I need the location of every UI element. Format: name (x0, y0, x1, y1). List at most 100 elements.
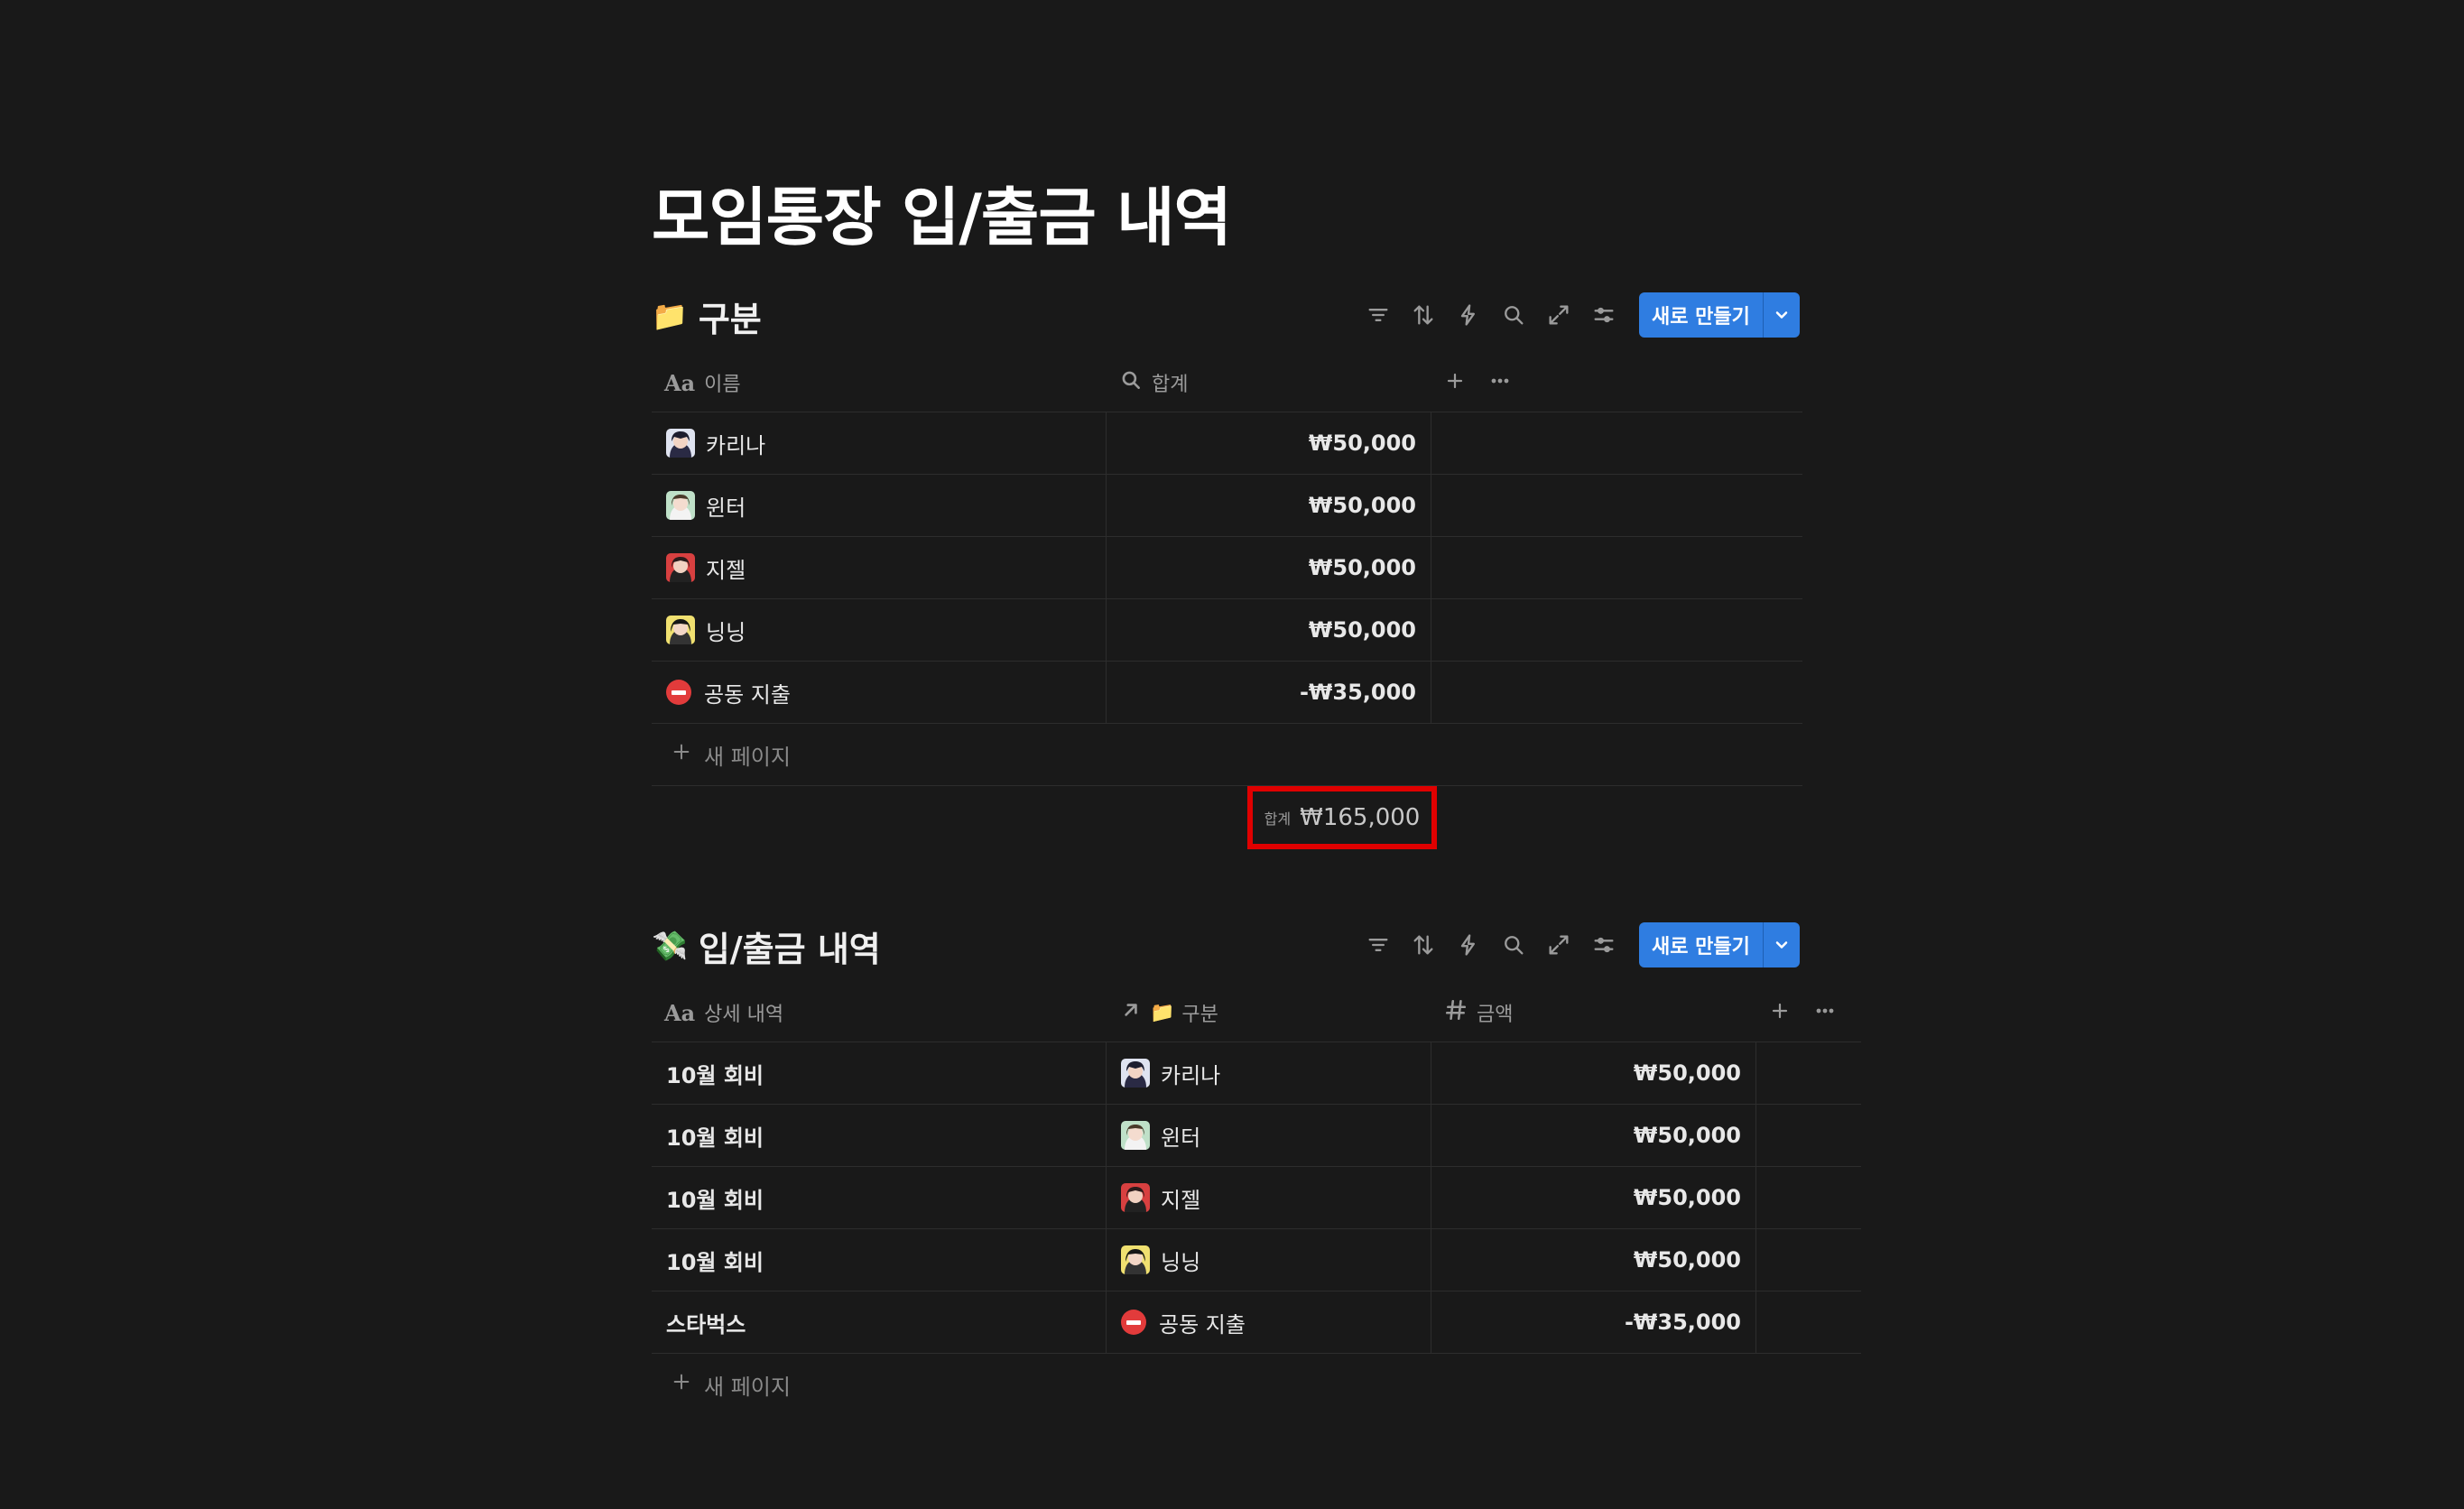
new-page-label: 새 페이지 (704, 1374, 791, 1400)
new-page-button[interactable]: 새 페이지 (652, 724, 1802, 786)
add-column-plus-icon[interactable] (1769, 1000, 1791, 1025)
database-title[interactable]: 💸 입/출금 내역 (652, 919, 881, 973)
automation-bolt-icon[interactable] (1446, 922, 1491, 967)
avatar-ningning (1121, 1245, 1150, 1274)
name-cell[interactable]: 카리나 (652, 412, 1107, 474)
add-column-plus-icon[interactable] (1444, 370, 1466, 395)
chevron-down-icon[interactable] (1762, 922, 1800, 967)
avatar-karina (1121, 1059, 1150, 1088)
avatar-karina (666, 429, 695, 458)
folder-icon: 📁 (652, 299, 688, 333)
column-label: 금액 (1477, 1004, 1514, 1026)
search-formula-icon (1119, 368, 1143, 397)
filter-icon[interactable] (1356, 922, 1401, 967)
database-toolbar: 새로 만들기 (1356, 922, 1800, 967)
settings-sliders-icon[interactable] (1581, 922, 1626, 967)
title-aa-icon: Aa (664, 369, 696, 396)
total-cell: ₩50,000 (1107, 599, 1431, 661)
row-name: 지젤 (706, 557, 746, 583)
column-header-total[interactable]: 합계 (1107, 354, 1431, 412)
name-cell[interactable]: 닝닝 (652, 599, 1107, 661)
title-aa-icon: Aa (664, 999, 696, 1026)
no-entry-icon (1121, 1310, 1146, 1335)
category-label: 공동 지출 (1159, 1311, 1246, 1338)
amount-cell: ₩50,000 (1431, 1167, 1756, 1228)
database-header: 💸 입/출금 내역 새로 만들기 (652, 919, 1861, 973)
detail-cell[interactable]: 10월 회비 (652, 1042, 1107, 1104)
database-title[interactable]: 📁 구분 (652, 289, 762, 343)
table-row[interactable]: 카리나 ₩50,000 (652, 412, 1802, 475)
column-header-detail[interactable]: Aa 상세 내역 (652, 984, 1107, 1041)
category-cell[interactable]: 카리나 (1107, 1042, 1431, 1104)
amount-cell: ₩50,000 (1431, 1229, 1756, 1291)
detail-cell[interactable]: 스타벅스 (652, 1291, 1107, 1353)
table: Aa 이름 합계 카리나 ₩50,000 윈터 ₩50,000 지젤 ₩50,0… (652, 354, 1802, 849)
new-button-label[interactable]: 새로 만들기 (1639, 922, 1763, 967)
money-wings-icon: 💸 (652, 929, 688, 963)
table-header: Aa 상세 내역 📁 구분 금액 (652, 984, 1861, 1042)
calculation-row: 합계 ₩165,000 (652, 786, 1802, 849)
detail-cell[interactable]: 10월 회비 (652, 1167, 1107, 1228)
detail-cell[interactable]: 10월 회비 (652, 1105, 1107, 1166)
table-row[interactable]: 10월 회비 지젤 ₩50,000 (652, 1167, 1861, 1229)
more-options-icon[interactable] (1489, 370, 1511, 395)
category-label: 지젤 (1161, 1187, 1201, 1213)
calculation-sum[interactable]: 합계 ₩165,000 (1247, 786, 1437, 849)
category-cell[interactable]: 닝닝 (1107, 1229, 1431, 1291)
calc-value: ₩165,000 (1300, 804, 1421, 831)
table-row[interactable]: 10월 회비 닝닝 ₩50,000 (652, 1229, 1861, 1291)
detail-cell[interactable]: 10월 회비 (652, 1229, 1107, 1291)
chevron-down-icon[interactable] (1762, 292, 1800, 338)
plus-icon (672, 742, 691, 767)
settings-sliders-icon[interactable] (1581, 292, 1626, 338)
search-icon[interactable] (1491, 922, 1536, 967)
new-button[interactable]: 새로 만들기 (1639, 922, 1800, 967)
table-row[interactable]: 윈터 ₩50,000 (652, 475, 1802, 537)
number-hash-icon (1444, 998, 1468, 1027)
database-category: 📁 구분 새로 만들기 Aa 이름 합계 카리나 ₩50,000 윈터 ₩50,… (652, 289, 1861, 849)
column-header-amount[interactable]: 금액 (1431, 984, 1756, 1041)
column-header-name[interactable]: Aa 이름 (652, 354, 1107, 412)
table-row[interactable]: 10월 회비 카리나 ₩50,000 (652, 1042, 1861, 1105)
new-page-button[interactable]: 새 페이지 (652, 1354, 1861, 1415)
table-row[interactable]: 공동 지출 -₩35,000 (652, 662, 1802, 724)
search-icon[interactable] (1491, 292, 1536, 338)
category-cell[interactable]: 윈터 (1107, 1105, 1431, 1166)
sort-icon[interactable] (1401, 292, 1446, 338)
total-cell: -₩35,000 (1107, 662, 1431, 723)
amount-cell: ₩50,000 (1431, 1042, 1756, 1104)
category-cell[interactable]: 지젤 (1107, 1167, 1431, 1228)
column-label: 구분 (1181, 1004, 1218, 1026)
total-cell: ₩50,000 (1107, 412, 1431, 474)
no-entry-icon (666, 680, 691, 705)
avatar-winter (666, 491, 695, 520)
name-cell[interactable]: 윈터 (652, 475, 1107, 536)
filter-icon[interactable] (1356, 292, 1401, 338)
column-header-category[interactable]: 📁 구분 (1107, 984, 1431, 1041)
database-title-text: 구분 (698, 299, 762, 339)
table-row[interactable]: 닝닝 ₩50,000 (652, 599, 1802, 662)
page-title: 모임통장 입/출금 내역 (652, 181, 1232, 255)
more-options-icon[interactable] (1814, 1000, 1836, 1025)
row-name: 공동 지출 (704, 681, 791, 708)
expand-icon[interactable] (1536, 922, 1581, 967)
column-actions (1431, 354, 1511, 412)
table-row[interactable]: 10월 회비 윈터 ₩50,000 (652, 1105, 1861, 1167)
database-header: 📁 구분 새로 만들기 (652, 289, 1861, 343)
table-header: Aa 이름 합계 (652, 354, 1802, 412)
table-row[interactable]: 스타벅스 공동 지출 -₩35,000 (652, 1291, 1861, 1354)
row-name: 닝닝 (706, 619, 746, 645)
database-title-text: 입/출금 내역 (698, 929, 881, 969)
name-cell[interactable]: 공동 지출 (652, 662, 1107, 723)
category-cell[interactable]: 공동 지출 (1107, 1291, 1431, 1353)
category-label: 카리나 (1161, 1062, 1221, 1088)
sort-icon[interactable] (1401, 922, 1446, 967)
new-page-label: 새 페이지 (704, 744, 791, 770)
expand-icon[interactable] (1536, 292, 1581, 338)
automation-bolt-icon[interactable] (1446, 292, 1491, 338)
new-button-label[interactable]: 새로 만들기 (1639, 292, 1763, 338)
table-row[interactable]: 지젤 ₩50,000 (652, 537, 1802, 599)
name-cell[interactable]: 지젤 (652, 537, 1107, 598)
column-label: 합계 (1152, 374, 1189, 396)
new-button[interactable]: 새로 만들기 (1639, 292, 1800, 338)
